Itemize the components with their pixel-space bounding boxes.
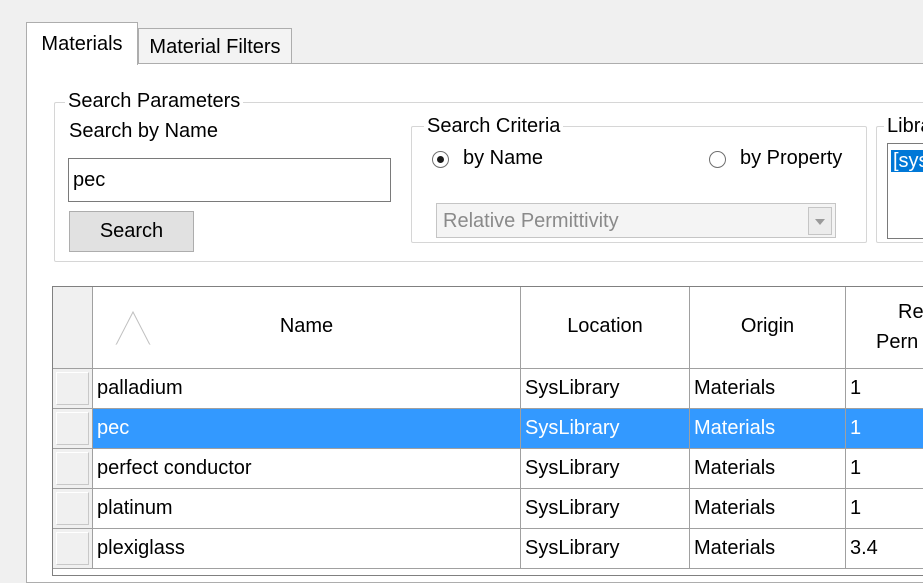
- by-property-label[interactable]: by Property: [740, 147, 842, 170]
- row-header[interactable]: [53, 449, 93, 489]
- column-header-origin[interactable]: Origin: [690, 287, 846, 369]
- cell-name[interactable]: platinum: [93, 489, 521, 529]
- property-combo[interactable]: Relative Permittivity: [436, 203, 836, 238]
- column-header-relative-permittivity[interactable]: Re Pern: [846, 287, 923, 369]
- column-header-location-label: Location: [567, 315, 643, 337]
- cell-origin[interactable]: Materials: [690, 449, 846, 489]
- cell-rel-permittivity[interactable]: 1: [846, 489, 923, 529]
- column-header-origin-label: Origin: [740, 315, 795, 337]
- tab-material-filters-label: Material Filters: [149, 36, 281, 58]
- library-listbox[interactable]: [sys: [887, 143, 923, 239]
- cell-rel-permittivity[interactable]: 1: [846, 369, 923, 409]
- cell-rel-permittivity[interactable]: 3.4: [846, 529, 923, 569]
- search-name-value: pec: [73, 169, 106, 191]
- row-header[interactable]: [53, 529, 93, 569]
- row-header[interactable]: [53, 409, 93, 449]
- materials-table[interactable]: Name Location Origin Re Pern palladium S…: [52, 286, 923, 576]
- by-name-radio[interactable]: [432, 151, 449, 168]
- search-by-name-label: Search by Name: [69, 120, 218, 142]
- cell-location[interactable]: SysLibrary: [521, 489, 690, 529]
- row-header[interactable]: [53, 489, 93, 529]
- cell-name[interactable]: perfect conductor: [93, 449, 521, 489]
- by-property-radio[interactable]: [709, 151, 726, 168]
- cell-location[interactable]: SysLibrary: [521, 449, 690, 489]
- cell-name[interactable]: pec: [93, 409, 521, 449]
- cell-origin[interactable]: Materials: [690, 529, 846, 569]
- by-name-label[interactable]: by Name: [463, 147, 543, 170]
- tab-materials[interactable]: Materials: [26, 22, 138, 65]
- property-combo-value: Relative Permittivity: [443, 210, 619, 232]
- library-selected-item[interactable]: [sys: [891, 150, 923, 172]
- column-header-name[interactable]: Name: [93, 287, 521, 369]
- cell-location[interactable]: SysLibrary: [521, 369, 690, 409]
- search-parameters-legend: Search Parameters: [65, 90, 244, 113]
- search-name-input[interactable]: pec: [68, 158, 391, 202]
- tab-materials-label: Materials: [41, 33, 123, 55]
- cell-origin[interactable]: Materials: [690, 489, 846, 529]
- row-header[interactable]: [53, 369, 93, 409]
- cell-origin[interactable]: Materials: [690, 369, 846, 409]
- corner-header: [53, 287, 93, 369]
- cell-location[interactable]: SysLibrary: [521, 409, 690, 449]
- chevron-down-icon[interactable]: [808, 207, 832, 235]
- cell-rel-permittivity[interactable]: 1: [846, 449, 923, 489]
- cell-origin[interactable]: Materials: [690, 409, 846, 449]
- search-button[interactable]: Search: [69, 211, 194, 252]
- column-header-name-label: Name: [279, 315, 334, 337]
- library-legend: Libra: [884, 115, 923, 138]
- column-header-rel-label-line1: Re: [898, 301, 923, 323]
- column-header-location[interactable]: Location: [521, 287, 690, 369]
- tab-material-filters[interactable]: Material Filters: [138, 28, 292, 65]
- cell-location[interactable]: SysLibrary: [521, 529, 690, 569]
- column-header-rel-label-line2: Pern: [876, 331, 919, 353]
- cell-rel-permittivity[interactable]: 1: [846, 409, 923, 449]
- search-criteria-legend: Search Criteria: [424, 115, 564, 138]
- cell-name[interactable]: plexiglass: [93, 529, 521, 569]
- cell-name[interactable]: palladium: [93, 369, 521, 409]
